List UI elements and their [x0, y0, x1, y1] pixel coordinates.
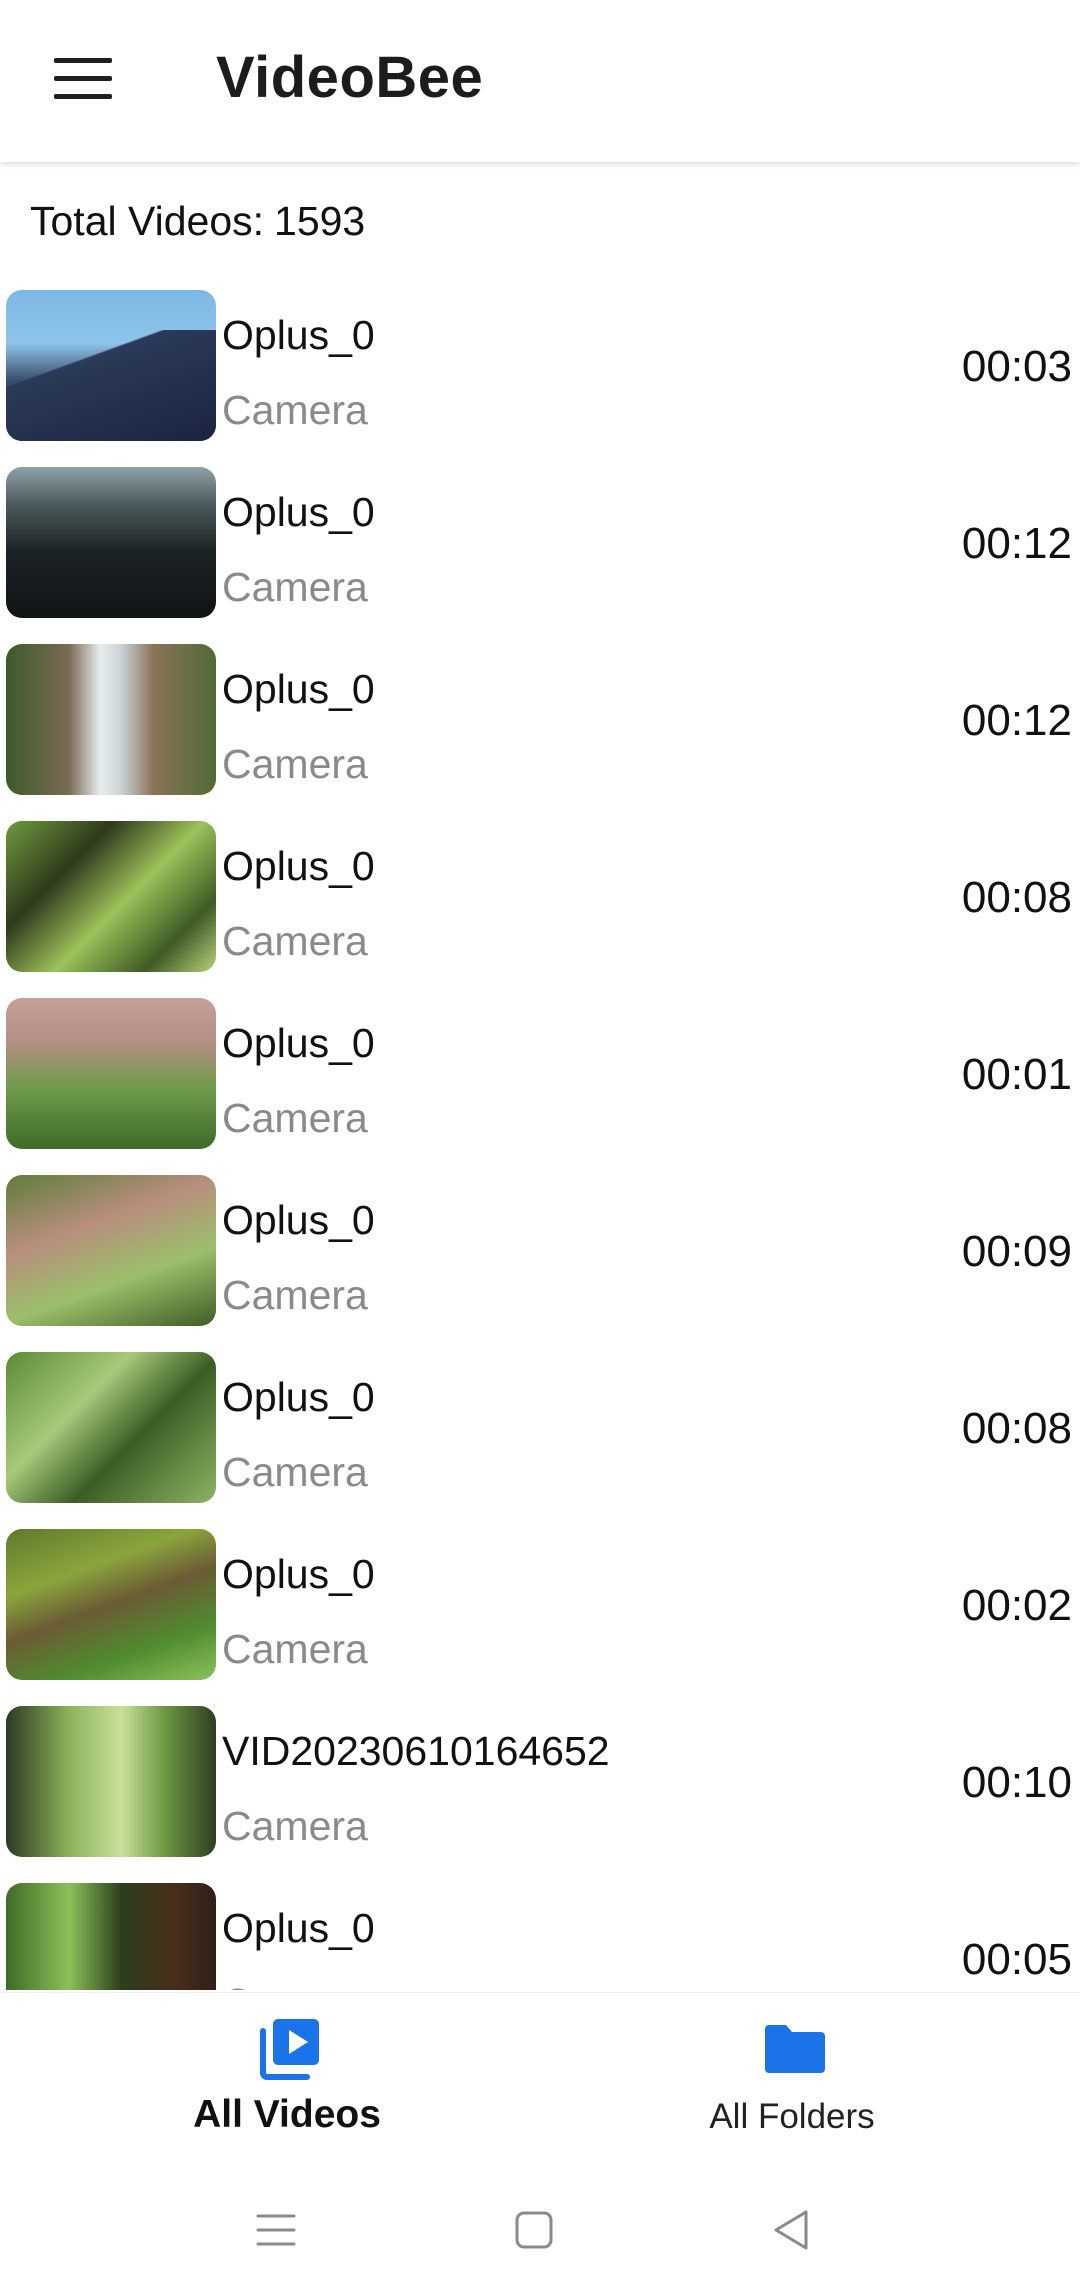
video-title: Oplus_0: [222, 1905, 375, 1951]
video-title: Oplus_0: [222, 1020, 375, 1066]
video-title: Oplus_0: [222, 489, 375, 535]
bottom-navigation: All Videos All Folders: [0, 1992, 1080, 2173]
video-folder: Camera: [222, 387, 368, 433]
video-folder: Camera: [222, 918, 368, 964]
app-bar: VideoBee: [0, 0, 1080, 162]
folder-icon: [765, 2025, 825, 2073]
nav-all-folders[interactable]: All Folders: [592, 1993, 992, 2173]
video-duration: 00:08: [961, 1404, 1072, 1453]
video-title: Oplus_0: [222, 843, 375, 889]
video-duration: 00:01: [961, 1050, 1072, 1099]
video-title: Oplus_0: [222, 1197, 375, 1243]
total-videos-count: 1593: [274, 198, 366, 244]
video-duration: 00:05: [961, 1935, 1072, 1984]
video-duration: 00:03: [961, 342, 1072, 391]
video-duration: 00:08: [961, 873, 1072, 922]
app-title: VideoBee: [216, 45, 484, 110]
video-thumbnail: [6, 467, 216, 618]
video-list-item[interactable]: Oplus_0 Camera 00:08: [0, 821, 1080, 973]
video-thumbnail: [6, 821, 216, 972]
video-duration: 00:12: [961, 519, 1072, 568]
recent-apps-icon[interactable]: [246, 2200, 306, 2260]
total-videos-label: Total Videos:: [30, 198, 265, 244]
video-folder: Camera: [222, 1095, 368, 1141]
video-list-item[interactable]: Oplus_0 Camera 00:08: [0, 1352, 1080, 1504]
video-title: Oplus_0: [222, 1551, 375, 1597]
nav-all-videos-label: All Videos: [193, 2093, 381, 2136]
hamburger-menu-icon[interactable]: [54, 58, 114, 100]
video-duration: 00:09: [961, 1227, 1072, 1276]
video-title: VID20230610164652: [222, 1728, 610, 1774]
total-videos: Total Videos: 1593: [30, 198, 365, 245]
video-folder: Camera: [222, 564, 368, 610]
video-list-item[interactable]: Oplus_0 Camera 00:01: [0, 998, 1080, 1150]
video-thumbnail: [6, 1883, 216, 1990]
video-duration: 00:12: [961, 696, 1072, 745]
video-list[interactable]: Oplus_0 Camera 00:03 Oplus_0 Camera 00:1…: [0, 290, 1080, 1990]
home-icon[interactable]: [504, 2200, 564, 2260]
video-folder: Camera: [222, 1980, 368, 1990]
video-folder: Camera: [222, 1449, 368, 1495]
back-icon[interactable]: [762, 2200, 822, 2260]
video-thumbnail: [6, 1352, 216, 1503]
video-folder: Camera: [222, 741, 368, 787]
video-library-icon: [260, 2019, 319, 2080]
nav-all-folders-label: All Folders: [709, 2097, 875, 2136]
video-duration: 00:02: [961, 1581, 1072, 1630]
video-thumbnail: [6, 644, 216, 795]
video-list-item[interactable]: Oplus_0 Camera 00:12: [0, 644, 1080, 796]
video-thumbnail: [6, 1529, 216, 1680]
video-list-item[interactable]: Oplus_0 Camera 00:09: [0, 1175, 1080, 1327]
video-folder: Camera: [222, 1626, 368, 1672]
video-duration: 00:10: [961, 1758, 1072, 1807]
video-list-item[interactable]: Oplus_0 Camera 00:12: [0, 467, 1080, 619]
video-thumbnail: [6, 1175, 216, 1326]
video-list-item[interactable]: VID20230610164652 Camera 00:10: [0, 1706, 1080, 1858]
video-folder: Camera: [222, 1272, 368, 1318]
system-navigation-bar: [0, 2172, 1080, 2288]
video-title: Oplus_0: [222, 666, 375, 712]
video-list-item[interactable]: Oplus_0 Camera 00:02: [0, 1529, 1080, 1681]
video-thumbnail: [6, 998, 216, 1149]
video-title: Oplus_0: [222, 312, 375, 358]
video-list-item[interactable]: Oplus_0 Camera 00:03: [0, 290, 1080, 442]
video-thumbnail: [6, 1706, 216, 1857]
nav-all-videos[interactable]: All Videos: [87, 1993, 487, 2173]
video-folder: Camera: [222, 1803, 368, 1849]
video-title: Oplus_0: [222, 1374, 375, 1420]
video-thumbnail: [6, 290, 216, 441]
video-list-item[interactable]: Oplus_0 Camera 00:05: [0, 1883, 1080, 1990]
